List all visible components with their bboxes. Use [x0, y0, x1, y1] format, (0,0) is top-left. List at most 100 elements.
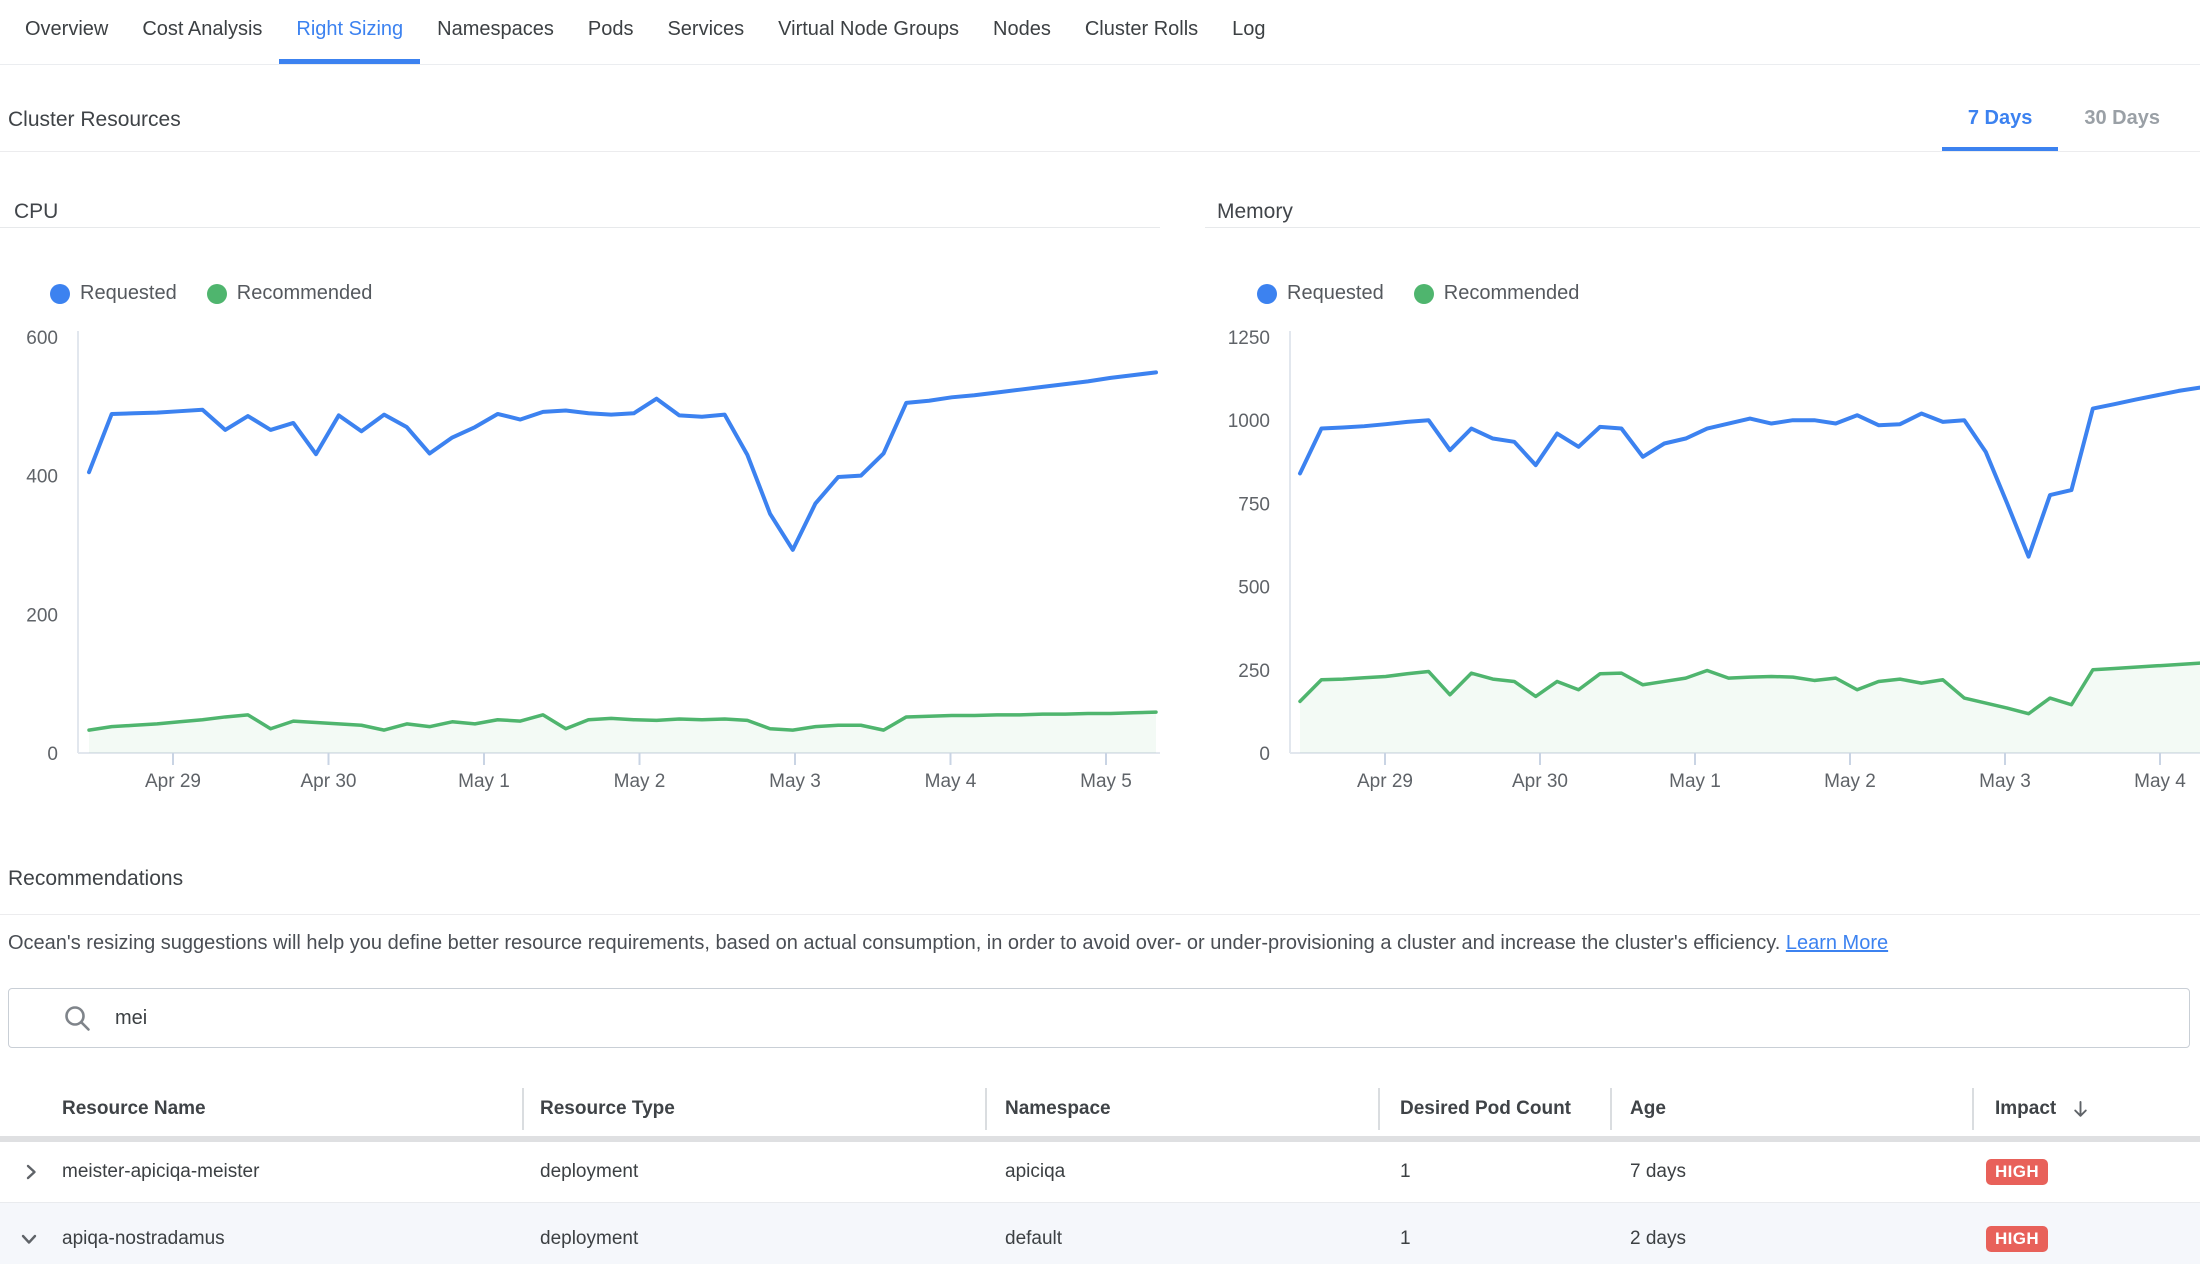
tab-services[interactable]: Services: [650, 0, 761, 64]
recommendations-description: Ocean's resizing suggestions will help y…: [8, 932, 1888, 955]
svg-text:May 2: May 2: [614, 771, 666, 792]
cpu-chart-title: CPU: [14, 200, 58, 224]
tab-cluster-rolls[interactable]: Cluster Rolls: [1068, 0, 1215, 64]
recommended-dot-icon: [207, 284, 227, 304]
svg-text:250: 250: [1238, 661, 1270, 682]
namespace-cell: default: [1005, 1203, 1062, 1264]
svg-text:200: 200: [26, 605, 58, 626]
top-nav: Overview Cost Analysis Right Sizing Name…: [0, 0, 2200, 65]
legend-recommended-label: Recommended: [1444, 282, 1580, 305]
requested-dot-icon: [1257, 284, 1277, 304]
impact-header-label: Impact: [1995, 1097, 2056, 1121]
memory-title-border: [1205, 227, 2200, 228]
column-divider: [985, 1088, 987, 1130]
legend-recommended: Recommended: [1414, 282, 1580, 305]
tab-nodes[interactable]: Nodes: [976, 0, 1068, 64]
svg-text:May 5: May 5: [1080, 771, 1132, 792]
legend-requested-label: Requested: [1287, 282, 1384, 305]
svg-text:May 2: May 2: [1824, 771, 1876, 792]
recommendations-description-text: Ocean's resizing suggestions will help y…: [8, 932, 1786, 954]
svg-text:400: 400: [26, 467, 58, 488]
resource-name-link[interactable]: apiqa-nostradamus: [62, 1203, 225, 1264]
recommendations-divider: [0, 914, 2200, 915]
svg-text:May 1: May 1: [1669, 771, 1721, 792]
column-header-resource-name[interactable]: Resource Name: [62, 1097, 206, 1121]
table-row: meister-apiciqa-meister deployment apici…: [0, 1142, 2200, 1203]
desired-pod-count-cell: 1: [1400, 1203, 1411, 1264]
desired-pod-count-cell: 1: [1400, 1142, 1411, 1202]
table-row: apiqa-nostradamus deployment default 1 2…: [0, 1203, 2200, 1264]
recommendations-title: Recommendations: [8, 867, 183, 891]
svg-text:May 4: May 4: [2134, 771, 2186, 792]
tab-log[interactable]: Log: [1215, 0, 1282, 64]
recommended-dot-icon: [1414, 284, 1434, 304]
section-divider: [0, 151, 2200, 152]
tab-overview[interactable]: Overview: [8, 0, 125, 64]
svg-text:1250: 1250: [1228, 328, 1270, 349]
impact-high-badge: HIGH: [1986, 1226, 2048, 1252]
tab-pods[interactable]: Pods: [571, 0, 651, 64]
learn-more-link[interactable]: Learn More: [1786, 932, 1888, 954]
column-divider: [1610, 1088, 1612, 1130]
collapse-row-button[interactable]: [20, 1203, 38, 1264]
resource-name-link[interactable]: meister-apiciqa-meister: [62, 1142, 259, 1202]
chevron-down-icon: [20, 1230, 38, 1248]
range-30-days[interactable]: 30 Days: [2058, 97, 2186, 152]
time-range-toggle: 7 Days 30 Days: [1942, 97, 2186, 152]
impact-cell: HIGH: [1986, 1203, 2048, 1264]
cpu-legend: Requested Recommended: [50, 282, 372, 305]
svg-text:Apr 30: Apr 30: [301, 771, 357, 792]
cpu-chart-svg: 0 200 400 600 Apr 29 Apr 30 May 1 May 2 May 3 May…: [0, 320, 1160, 800]
memory-chart-svg: 025050075010001250Apr 29Apr 30May 1May 2…: [1205, 320, 2200, 800]
svg-text:600: 600: [26, 328, 58, 349]
resource-type-cell: deployment: [540, 1142, 638, 1202]
impact-cell: HIGH: [1986, 1142, 2048, 1202]
legend-requested-label: Requested: [80, 282, 177, 305]
column-divider: [522, 1088, 524, 1130]
tab-right-sizing[interactable]: Right Sizing: [279, 0, 420, 64]
resource-type-cell: deployment: [540, 1203, 638, 1264]
impact-high-badge: HIGH: [1986, 1159, 2048, 1185]
column-header-impact[interactable]: Impact: [1995, 1097, 2091, 1121]
svg-text:500: 500: [1238, 578, 1270, 599]
column-header-desired-pod-count[interactable]: Desired Pod Count: [1400, 1097, 1571, 1121]
legend-requested: Requested: [50, 282, 177, 305]
sort-descending-icon[interactable]: [2070, 1099, 2091, 1120]
column-header-resource-type[interactable]: Resource Type: [540, 1097, 675, 1121]
tab-virtual-node-groups[interactable]: Virtual Node Groups: [761, 0, 976, 64]
svg-text:Apr 29: Apr 29: [145, 771, 201, 792]
age-cell: 7 days: [1630, 1142, 1686, 1202]
column-divider: [1378, 1088, 1380, 1130]
requested-dot-icon: [50, 284, 70, 304]
right-sizing-page: Overview Cost Analysis Right Sizing Name…: [0, 0, 2200, 1264]
age-cell: 2 days: [1630, 1203, 1686, 1264]
column-divider: [1972, 1088, 1974, 1130]
svg-text:May 3: May 3: [769, 771, 821, 792]
memory-chart-title: Memory: [1217, 200, 1293, 224]
expand-row-button[interactable]: [22, 1142, 40, 1202]
cluster-resources-title: Cluster Resources: [8, 108, 181, 132]
svg-text:0: 0: [47, 744, 58, 765]
namespace-cell: apiciqa: [1005, 1142, 1065, 1202]
cpu-title-border: [0, 227, 1160, 228]
svg-text:Apr 30: Apr 30: [1512, 771, 1568, 792]
svg-text:May 1: May 1: [458, 771, 510, 792]
range-7-days[interactable]: 7 Days: [1942, 97, 2059, 152]
tab-cost-analysis[interactable]: Cost Analysis: [125, 0, 279, 64]
svg-text:750: 750: [1238, 494, 1270, 515]
legend-recommended: Recommended: [207, 282, 373, 305]
legend-recommended-label: Recommended: [237, 282, 373, 305]
chevron-right-icon: [22, 1163, 40, 1181]
column-header-namespace[interactable]: Namespace: [1005, 1097, 1111, 1121]
svg-text:1000: 1000: [1228, 411, 1270, 432]
legend-requested: Requested: [1257, 282, 1384, 305]
svg-text:May 3: May 3: [1979, 771, 2031, 792]
search-input[interactable]: [113, 1006, 2189, 1031]
tab-namespaces[interactable]: Namespaces: [420, 0, 571, 64]
svg-text:0: 0: [1259, 744, 1270, 765]
memory-legend: Requested Recommended: [1257, 282, 1579, 305]
resource-search-box: [8, 988, 2190, 1048]
search-icon: [63, 1004, 91, 1032]
svg-text:May 4: May 4: [925, 771, 977, 792]
column-header-age[interactable]: Age: [1630, 1097, 1666, 1121]
